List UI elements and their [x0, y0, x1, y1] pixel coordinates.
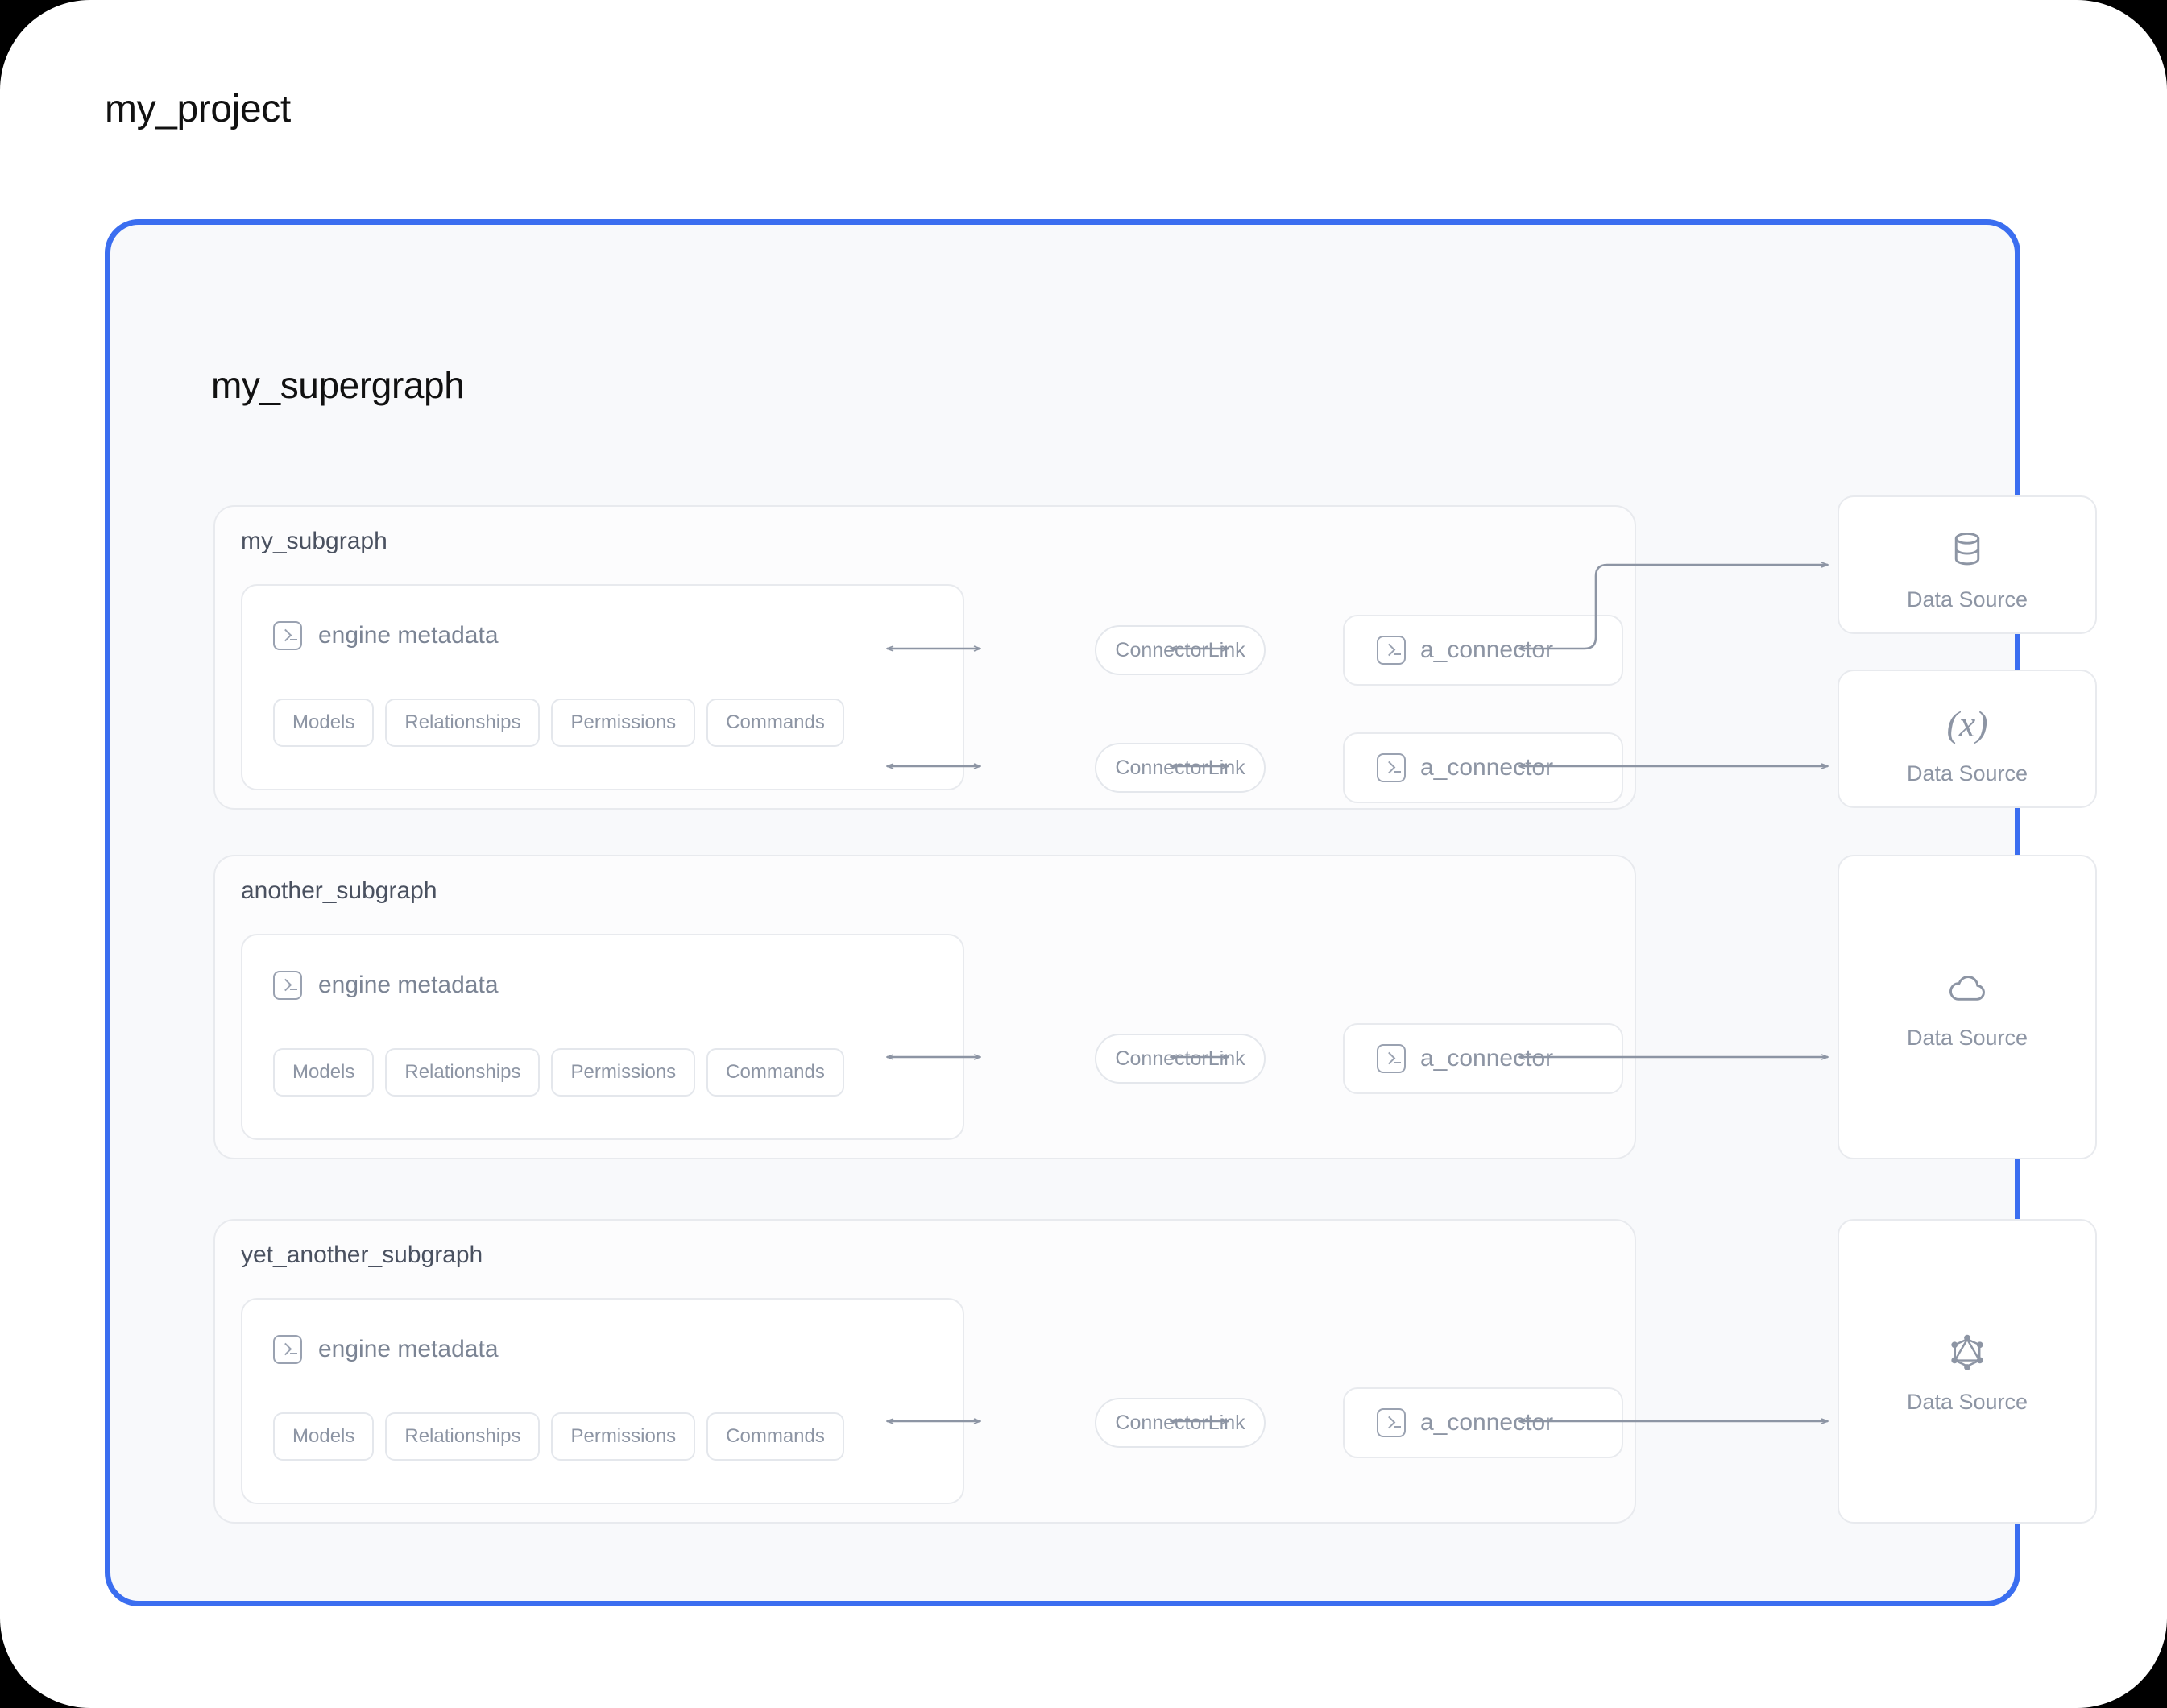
connection-edges — [110, 225, 2026, 1612]
supergraph-panel: my_supergraph my_subgraph engine metadat… — [105, 219, 2097, 1606]
page-canvas: my_project my_supergraph my_subgraph eng… — [0, 0, 2167, 1708]
page-title: my_project — [105, 88, 291, 131]
